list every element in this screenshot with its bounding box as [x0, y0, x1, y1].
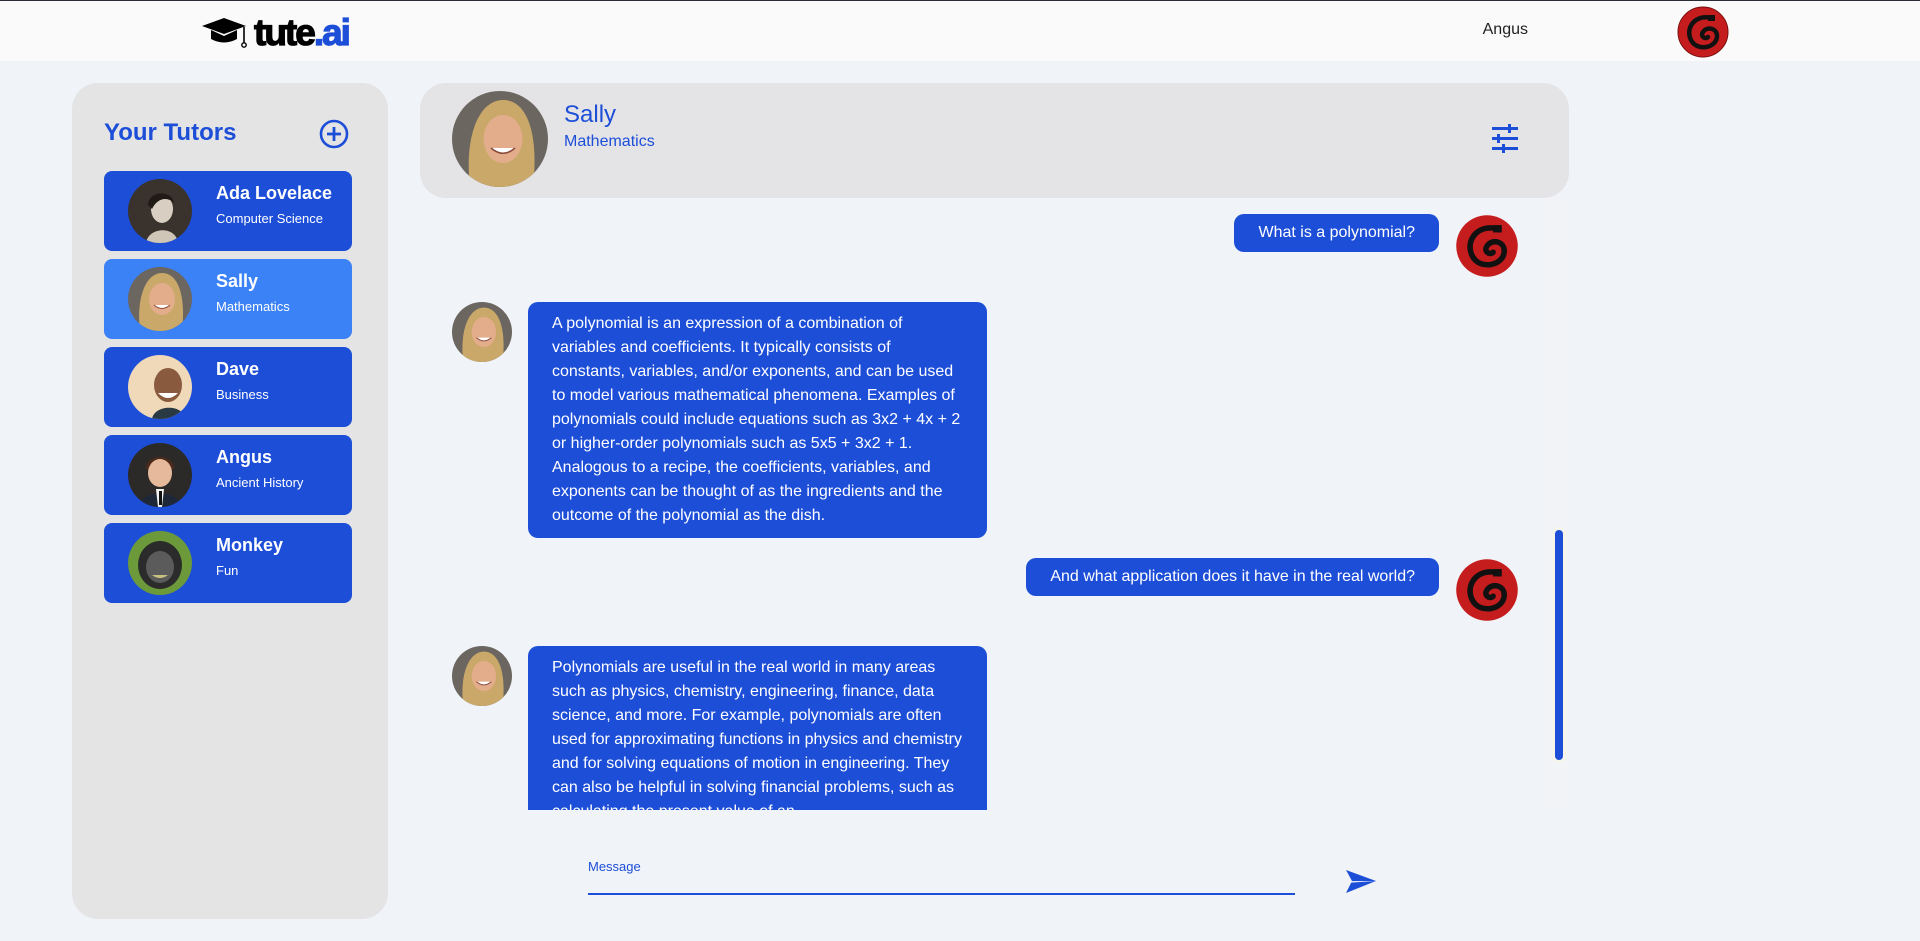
dragon-emblem-icon [1456, 559, 1518, 621]
portrait-icon [128, 443, 192, 507]
tutor-name: Angus [216, 447, 272, 467]
portrait-icon [452, 646, 512, 706]
send-icon [1346, 870, 1376, 893]
tutor-list: Ada Lovelace Computer Science Sally Math… [104, 171, 352, 611]
portrait-icon [128, 531, 192, 595]
send-button[interactable] [1344, 866, 1378, 896]
tutor-item-sally[interactable]: Sally Mathematics [104, 259, 352, 339]
portrait-icon [128, 179, 192, 243]
portrait-icon [128, 355, 192, 419]
message-input-underline [588, 893, 1295, 895]
tutor-subject: Computer Science [216, 211, 323, 226]
chat-tutor-name: Sally [564, 101, 617, 128]
scrollbar-thumb[interactable] [1555, 530, 1563, 760]
tutor-item-dave[interactable]: Dave Business [104, 347, 352, 427]
tutor-name: Sally [216, 271, 259, 291]
tutor-subject: Ancient History [216, 475, 304, 490]
portrait-icon [128, 267, 192, 331]
message-bubble: A polynomial is an expression of a combi… [528, 302, 987, 538]
nav-user-name: Angus [1482, 21, 1528, 38]
chat-tutor-subject: Mathematics [564, 133, 655, 150]
tutor-avatar [128, 267, 192, 331]
tutor-name: Ada Lovelace [216, 183, 333, 203]
add-tutor-button[interactable] [319, 119, 349, 149]
message-tutor: A polynomial is an expression of a combi… [452, 302, 987, 538]
tutor-avatar [128, 443, 192, 507]
navbar: tute.ai Angus [0, 1, 1920, 61]
user-message-avatar [1455, 558, 1519, 622]
user-message-avatar [1455, 214, 1519, 278]
tutor-avatar [128, 179, 192, 243]
plus-circle-icon [319, 119, 349, 149]
tutors-sidebar: Your Tutors Ada Lovelace Computer Scienc… [72, 83, 388, 919]
tutor-header-avatar [452, 91, 548, 187]
message-user: What is a polynomial? [1234, 198, 1519, 278]
message-input[interactable] [588, 876, 1295, 894]
message-bubble: Polynomials are useful in the real world… [528, 646, 987, 810]
logo-text: tute.ai [253, 12, 351, 53]
message-list: What is a polynomial? A polynomial is an… [420, 198, 1569, 810]
graduation-cap-icon [202, 18, 247, 48]
tutor-item-angus[interactable]: Angus Ancient History [104, 435, 352, 515]
tutor-avatar [128, 531, 192, 595]
dragon-emblem-icon [1456, 215, 1518, 277]
tutor-subject: Mathematics [216, 299, 290, 314]
sidebar-title: Your Tutors [104, 119, 237, 146]
tutor-message-avatar [452, 646, 512, 706]
tutor-subject: Fun [216, 563, 239, 578]
message-bubble: And what application does it have in the… [1026, 558, 1439, 596]
tutor-avatar [128, 355, 192, 419]
tutor-message-avatar [452, 302, 512, 362]
tutor-name: Dave [216, 359, 260, 379]
dragon-emblem-icon [1677, 6, 1729, 58]
message-user: And what application does it have in the… [1026, 542, 1519, 622]
portrait-icon [452, 91, 548, 187]
portrait-icon [452, 302, 512, 362]
message-tutor: Polynomials are useful in the real world… [452, 646, 987, 810]
user-avatar[interactable] [1677, 6, 1729, 58]
message-label: Message [588, 859, 641, 874]
tutor-item-ada-lovelace[interactable]: Ada Lovelace Computer Science [104, 171, 352, 251]
chat-header: Sally Mathematics [420, 83, 1569, 198]
tutor-subject: Business [216, 387, 269, 402]
logo[interactable]: tute.ai [200, 12, 352, 53]
sliders-icon [1492, 124, 1518, 153]
message-bubble: What is a polynomial? [1234, 214, 1439, 252]
tutor-item-monkey[interactable]: Monkey Fun [104, 523, 352, 603]
tutor-name: Monkey [216, 535, 284, 555]
settings-button[interactable] [1489, 123, 1521, 155]
